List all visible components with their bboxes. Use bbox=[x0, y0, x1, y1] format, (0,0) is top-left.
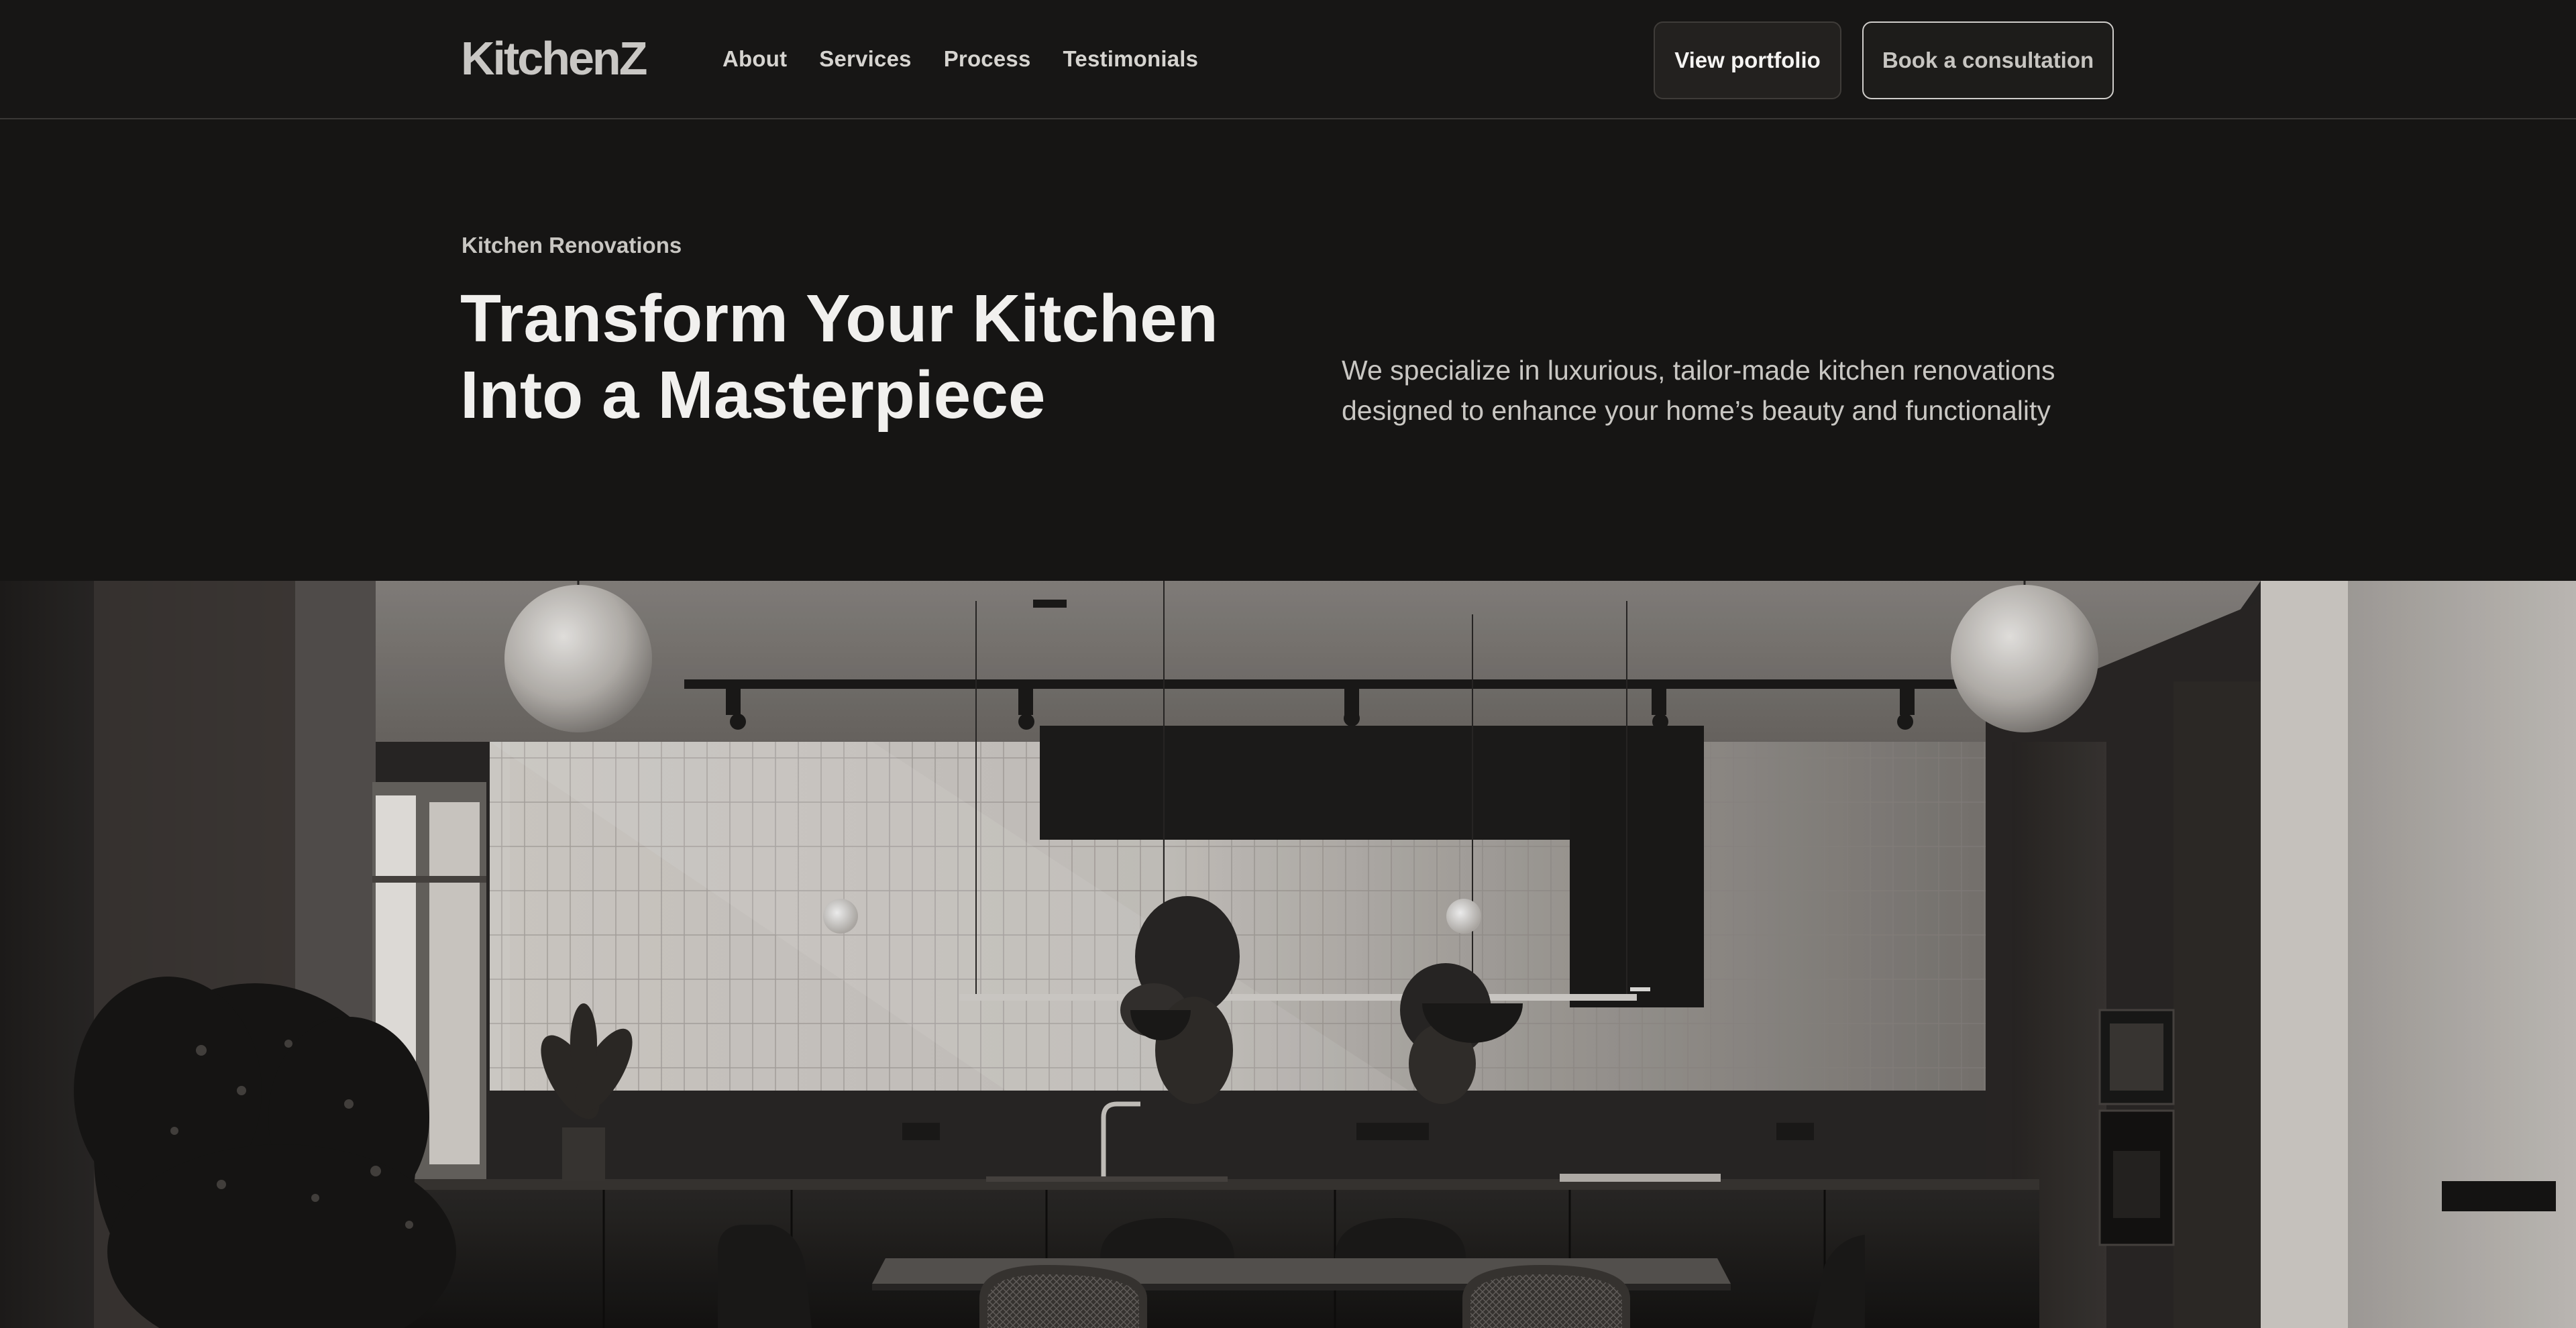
site-header: KitchenZ About Services Process Testimon… bbox=[0, 0, 2576, 119]
nav-link-process[interactable]: Process bbox=[944, 44, 1031, 74]
hero-eyebrow: Kitchen Renovations bbox=[462, 233, 682, 258]
hero-description: We specialize in luxurious, tailor-made … bbox=[1342, 350, 2120, 431]
hero-description-line-2: designed to enhance your home’s beauty a… bbox=[1342, 395, 2051, 426]
main-nav: About Services Process Testimonials bbox=[722, 44, 1198, 74]
book-consultation-button[interactable]: Book a consultation bbox=[1862, 21, 2114, 99]
nav-link-services[interactable]: Services bbox=[819, 44, 911, 74]
hero-kitchen-image bbox=[0, 581, 2576, 1328]
logo[interactable]: KitchenZ bbox=[461, 35, 647, 82]
hero-headline: Transform Your Kitchen Into a Masterpiec… bbox=[460, 280, 1265, 433]
hero-description-line-1: We specialize in luxurious, tailor-made … bbox=[1342, 355, 2055, 386]
nav-link-testimonials[interactable]: Testimonials bbox=[1063, 44, 1199, 74]
hero-headline-line-1: Transform Your Kitchen bbox=[460, 281, 1218, 356]
view-portfolio-button[interactable]: View portfolio bbox=[1654, 21, 1841, 99]
kitchen-illustration bbox=[0, 581, 2576, 1328]
hero-headline-line-2: Into a Masterpiece bbox=[460, 357, 1046, 433]
nav-link-about[interactable]: About bbox=[722, 44, 787, 74]
